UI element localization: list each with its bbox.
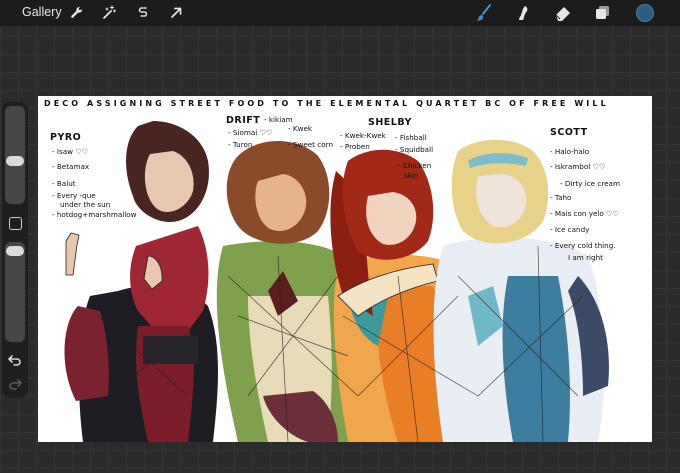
character-name-pyro: PYRO bbox=[50, 132, 82, 143]
food-item: - Betamax bbox=[52, 162, 90, 171]
food-item: - Chicken bbox=[398, 161, 432, 170]
food-item: - Kwek-Kwek bbox=[340, 131, 386, 140]
food-item: - Turon bbox=[228, 140, 253, 149]
gallery-button[interactable]: Gallery bbox=[22, 5, 62, 19]
food-item: - Squidball bbox=[395, 145, 434, 154]
food-item: - Halo-halo bbox=[550, 147, 590, 156]
left-sidebar bbox=[2, 102, 28, 398]
brush-size-handle[interactable] bbox=[6, 156, 24, 166]
food-item: - Siomai ♡♡ bbox=[228, 128, 273, 137]
layers-icon[interactable] bbox=[593, 3, 613, 23]
food-item: skin bbox=[404, 171, 419, 180]
character-name-drift: DRIFT bbox=[226, 115, 261, 126]
food-item: - Kwek bbox=[288, 124, 313, 133]
character-name-shelby: SHELBY bbox=[368, 117, 412, 128]
undo-icon[interactable] bbox=[7, 352, 23, 368]
top-toolbar: Gallery bbox=[0, 0, 680, 26]
opacity-handle[interactable] bbox=[6, 246, 24, 256]
food-item: - Balut bbox=[52, 179, 76, 188]
brush-size-slider[interactable] bbox=[5, 106, 25, 204]
redo-icon[interactable] bbox=[7, 376, 23, 392]
wrench-icon[interactable] bbox=[67, 3, 87, 23]
food-item: I am right bbox=[568, 253, 603, 262]
modify-button[interactable] bbox=[9, 217, 22, 230]
food-item: - Sweet corn bbox=[288, 140, 333, 149]
food-item: - Taho bbox=[550, 193, 572, 202]
food-item: - Every -que bbox=[52, 191, 96, 200]
brush-icon[interactable] bbox=[474, 3, 494, 23]
food-item: - Fishball bbox=[395, 133, 427, 142]
food-item: - Iskrambol ♡♡ bbox=[550, 162, 606, 171]
color-picker-swatch[interactable] bbox=[636, 4, 654, 22]
eraser-icon[interactable] bbox=[553, 3, 573, 23]
food-item: - Mais con yelo ♡♡ bbox=[550, 209, 619, 218]
transform-arrow-icon[interactable] bbox=[166, 3, 186, 23]
drawing-canvas[interactable]: DECO ASSIGNING STREET FOOD TO THE ELEMEN… bbox=[38, 96, 652, 442]
magic-wand-icon[interactable] bbox=[99, 3, 119, 23]
food-item: under the sun bbox=[60, 200, 111, 209]
food-item: - Proben bbox=[340, 142, 370, 151]
food-item: - kikiam bbox=[264, 115, 293, 124]
food-item: - Ice candy bbox=[550, 225, 590, 234]
opacity-slider[interactable] bbox=[5, 242, 25, 342]
food-item: - hotdog+marshmallow bbox=[52, 210, 137, 219]
selection-icon[interactable] bbox=[133, 3, 153, 23]
food-item: - Every cold thing. bbox=[550, 241, 616, 250]
canvas-title: DECO ASSIGNING STREET FOOD TO THE ELEMEN… bbox=[44, 99, 609, 108]
food-item: - Isaw ♡♡ bbox=[52, 147, 89, 156]
character-name-scott: SCOTT bbox=[550, 127, 588, 138]
smudge-icon[interactable] bbox=[512, 3, 532, 23]
food-item: - Dirty ice cream bbox=[560, 179, 620, 188]
